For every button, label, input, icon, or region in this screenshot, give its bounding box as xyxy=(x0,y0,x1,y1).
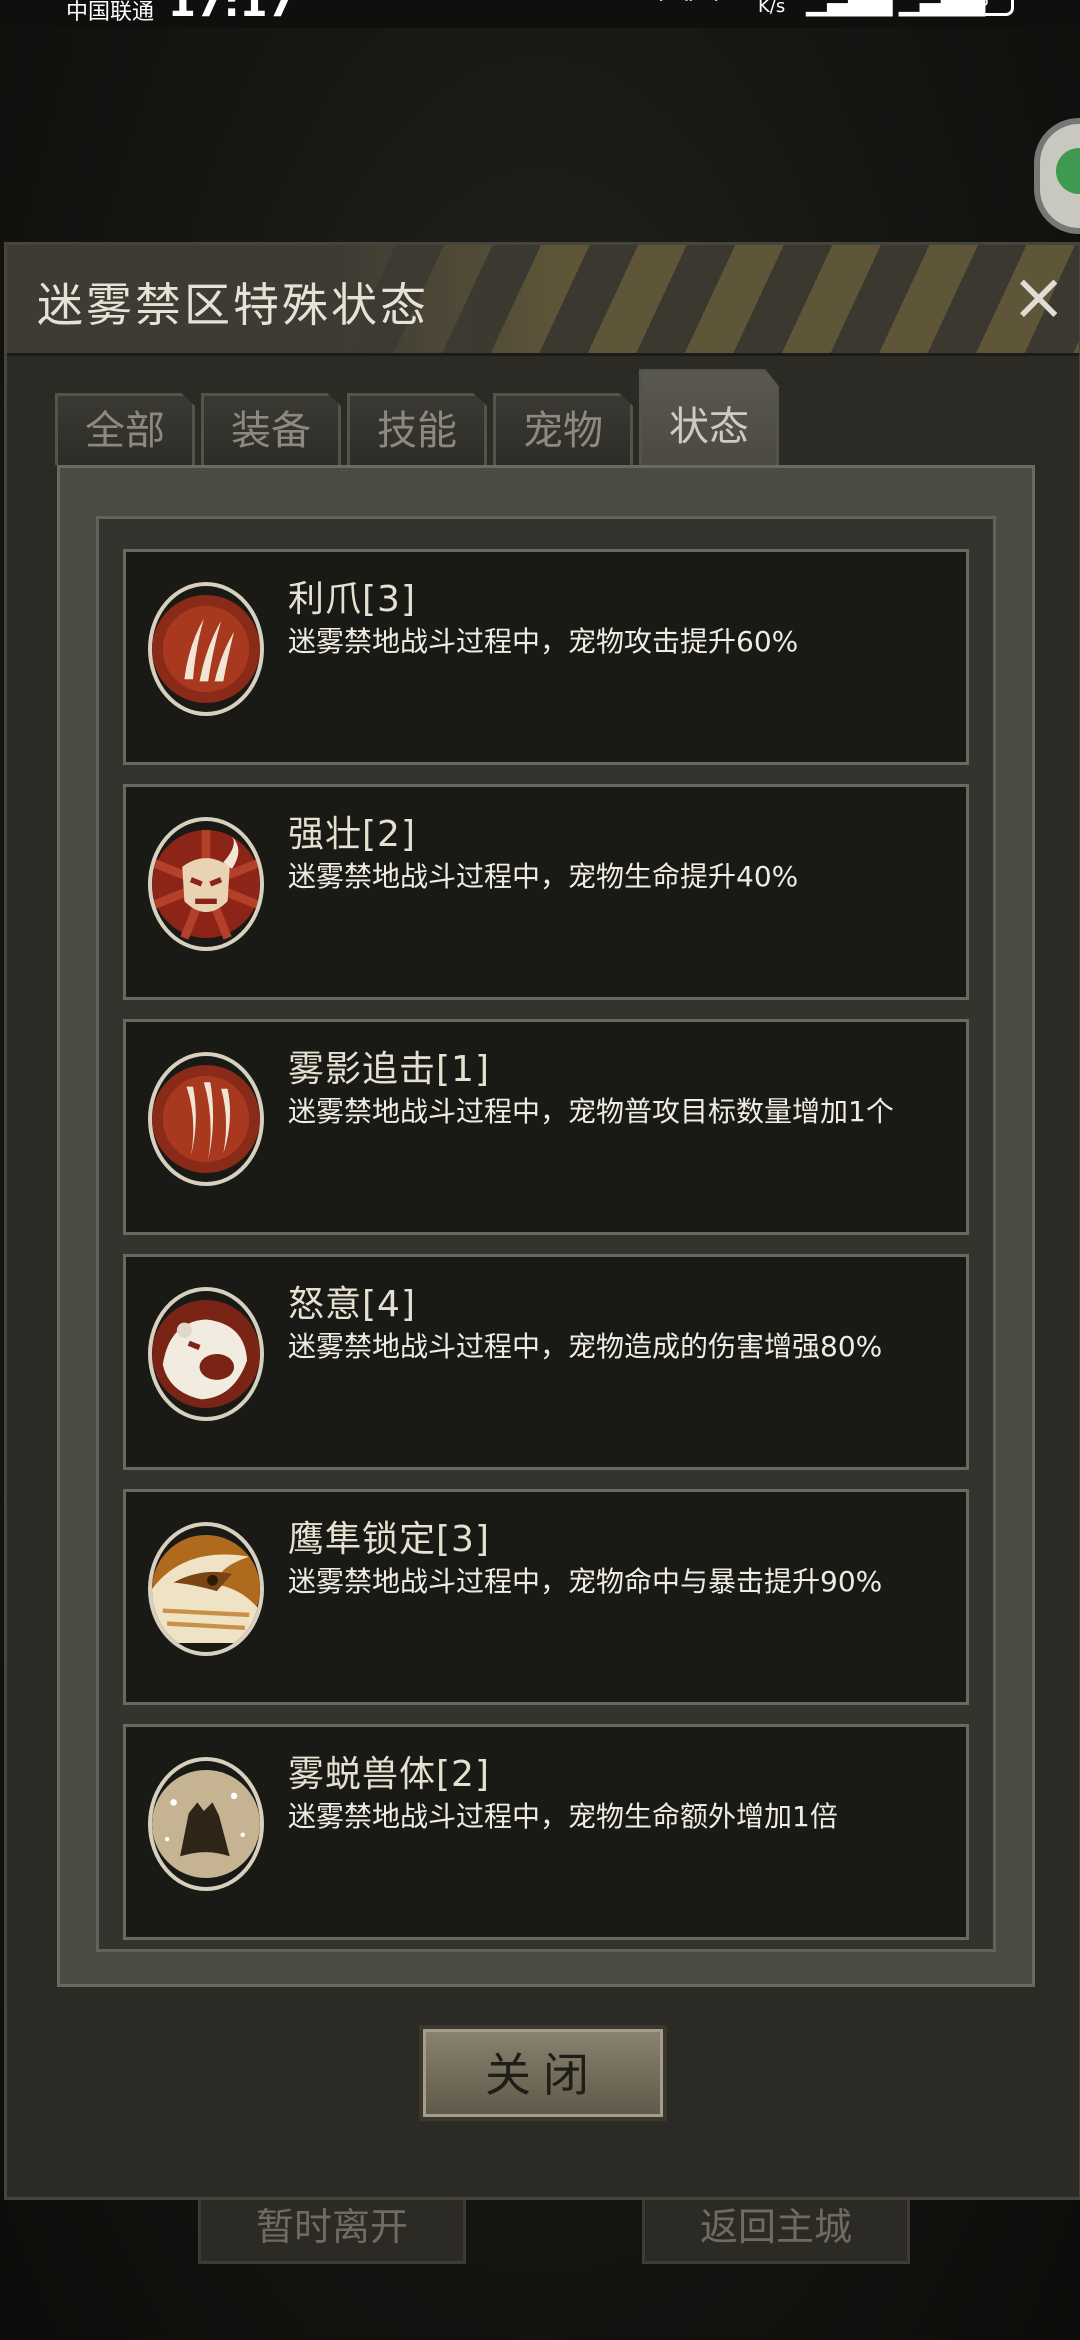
tab-status[interactable]: 状态 xyxy=(639,369,779,465)
list-item: 强壮[2] 迷雾禁地战斗过程中，宠物生命提升40% xyxy=(123,784,969,1000)
tab-all[interactable]: 全部 xyxy=(55,393,195,465)
status-description: 迷雾禁地战斗过程中，宠物命中与暴击提升90% xyxy=(288,1565,883,1598)
status-bar: 中国联通 17:17 ◠◠ K/s ▁▃▅▇ ▁▃▅▇ 55 xyxy=(0,0,1080,28)
list-item: 利爪[3] 迷雾禁地战斗过程中，宠物攻击提升60% xyxy=(123,549,969,765)
tab-equipment[interactable]: 装备 xyxy=(201,393,341,465)
list-item: 鹰隼锁定[3] 迷雾禁地战斗过程中，宠物命中与暴击提升90% xyxy=(123,1489,969,1705)
roaring-bear-icon xyxy=(148,1287,264,1421)
chat-icon xyxy=(1056,148,1080,194)
status-description: 迷雾禁地战斗过程中，宠物攻击提升60% xyxy=(288,625,799,658)
status-name: 雾影追击[1] xyxy=(288,1049,490,1090)
clock: 17:17 xyxy=(168,0,296,26)
wifi-icon: ◠◠ xyxy=(660,0,719,19)
status-description: 迷雾禁地战斗过程中，宠物生命提升40% xyxy=(288,860,799,893)
status-name: 利爪[3] xyxy=(288,579,416,620)
status-dialog: 迷雾禁区特殊状态 × 全部 装备 技能 宠物 状态 利爪[3] 迷雾禁地战斗过程… xyxy=(4,242,1080,2200)
tab-pets[interactable]: 宠物 xyxy=(493,393,633,465)
status-description: 迷雾禁地战斗过程中，宠物普攻目标数量增加1个 xyxy=(288,1095,894,1128)
dialog-title: 迷雾禁区特殊状态 xyxy=(37,278,429,332)
leave-temporarily-button[interactable]: 暂时离开 xyxy=(198,2200,466,2264)
status-name: 雾蜕兽体[2] xyxy=(288,1754,490,1795)
tab-skills[interactable]: 技能 xyxy=(347,393,487,465)
list-item: 雾影追击[1] 迷雾禁地战斗过程中，宠物普攻目标数量增加1个 xyxy=(123,1019,969,1235)
status-name: 怒意[4] xyxy=(288,1284,416,1325)
list-item: 怒意[4] 迷雾禁地战斗过程中，宠物造成的伤害增强80% xyxy=(123,1254,969,1470)
content-panel: 利爪[3] 迷雾禁地战斗过程中，宠物攻击提升60% 强壮[2] 迷雾禁地战斗过程… xyxy=(57,465,1035,1987)
status-description: 迷雾禁地战斗过程中，宠物生命额外增加1倍 xyxy=(288,1800,838,1833)
status-list: 利爪[3] 迷雾禁地战斗过程中，宠物攻击提升60% 强壮[2] 迷雾禁地战斗过程… xyxy=(96,516,996,1952)
beast-head-icon xyxy=(148,817,264,951)
claw-icon xyxy=(148,582,264,716)
mist-wolf-icon xyxy=(148,1757,264,1891)
return-button[interactable]: 返回主城 xyxy=(642,2200,910,2264)
net-speed: K/s xyxy=(758,0,786,17)
list-item: 雾蜕兽体[2] 迷雾禁地战斗过程中，宠物生命额外增加1倍 xyxy=(123,1724,969,1940)
status-description: 迷雾禁地战斗过程中，宠物造成的伤害增强80% xyxy=(288,1330,883,1363)
dialog-titlebar: 迷雾禁区特殊状态 × xyxy=(7,245,1079,356)
claw-slash-icon xyxy=(148,1052,264,1186)
close-icon[interactable]: × xyxy=(1011,261,1066,333)
eagle-icon xyxy=(148,1522,264,1656)
status-name: 鹰隼锁定[3] xyxy=(288,1519,490,1560)
battery-icon: 55 xyxy=(944,0,1014,16)
carrier-label: 中国联通 xyxy=(66,0,155,25)
status-name: 强壮[2] xyxy=(288,814,416,855)
close-button[interactable]: 关闭 xyxy=(419,2025,667,2121)
